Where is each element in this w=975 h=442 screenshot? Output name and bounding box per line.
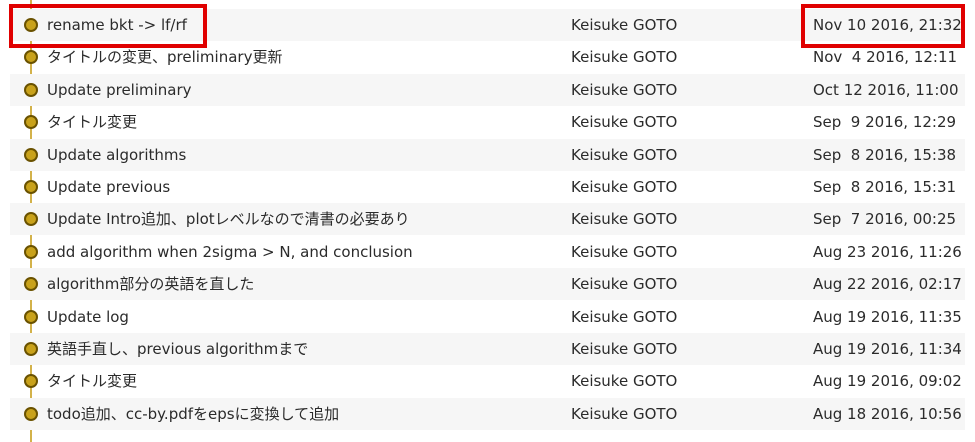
commit-date: Aug 19 2016, 11:34 xyxy=(813,340,962,358)
commit-date: Aug 18 2016, 10:56 xyxy=(813,404,962,423)
commit-date: Sep 9 2016, 12:29 xyxy=(813,113,957,132)
commit-row[interactable]: Update preliminary Keisuke GOTO Oct 12 201… xyxy=(0,73,975,106)
commit-message: Update Intro追加、plotレベルなので清書の必要あり xyxy=(47,210,410,229)
commit-author: Keisuke GOTO xyxy=(571,340,678,358)
commit-author: Keisuke GOTO xyxy=(571,113,678,132)
commit-node-icon xyxy=(24,309,38,324)
commit-message: add algorithm when 2sigma > N, and concl… xyxy=(47,242,413,261)
commit-row[interactable]: Update Intro追加、plotレベルなので清書の必要あり Keisuke … xyxy=(0,203,975,236)
commit-node-icon xyxy=(24,180,38,194)
commit-message: タイトル変更 xyxy=(47,113,138,132)
message-highlight-box xyxy=(9,4,207,48)
commit-row[interactable]: Update log Keisuke GOTO Aug 19 2016, 11:35 xyxy=(0,301,975,333)
commit-node-icon xyxy=(24,406,38,421)
commit-history-list: rename bkt -> lf/rf Keisuke GOTO Nov 10 20… xyxy=(0,0,975,442)
commit-node-icon xyxy=(24,147,38,162)
commit-row[interactable]: todo追加、cc-by.pdfをepsに変換して追加 Keisuke GOTO A… xyxy=(0,397,975,430)
commit-row[interactable]: Update previous Keisuke GOTO Sep 8 2016, 1… xyxy=(0,171,975,203)
commit-message: タイトルの変更、preliminary更新 xyxy=(47,48,283,67)
commit-author: Keisuke GOTO xyxy=(571,372,678,391)
commit-author: Keisuke GOTO xyxy=(571,16,678,34)
commit-message: algorithm部分の英語を直した xyxy=(47,275,255,294)
commit-date: Oct 12 2016, 11:00 xyxy=(813,80,959,99)
commit-message: Update algorithms xyxy=(47,145,187,164)
commit-author: Keisuke GOTO xyxy=(571,404,678,423)
commit-row[interactable]: Update algorithms Keisuke GOTO Sep 8 2016,… xyxy=(0,138,975,171)
commit-date: Nov 4 2016, 12:11 xyxy=(813,48,958,67)
commit-author: Keisuke GOTO xyxy=(571,178,678,196)
date-highlight-box xyxy=(801,4,965,48)
commit-author: Keisuke GOTO xyxy=(571,48,678,67)
commit-author: Keisuke GOTO xyxy=(571,242,678,261)
commit-date: Aug 22 2016, 02:17 xyxy=(813,275,962,294)
commit-date: Aug 19 2016, 11:35 xyxy=(813,307,962,326)
commit-date: Aug 23 2016, 11:26 xyxy=(813,242,962,261)
commit-message: 英語手直し、previous algorithmまで xyxy=(47,340,309,358)
commit-row[interactable]: 英語手直し、previous algorithmまで Keisuke GOTO Au… xyxy=(0,333,975,365)
commit-message: Update preliminary xyxy=(47,80,192,99)
commit-date: Sep 7 2016, 00:25 xyxy=(813,210,957,229)
commit-node-icon xyxy=(24,244,38,259)
commit-row[interactable]: add algorithm when 2sigma > N, and concl… xyxy=(0,236,975,268)
commit-date: Aug 19 2016, 09:02 xyxy=(813,372,962,391)
commit-node-icon xyxy=(24,342,38,356)
commit-author: Keisuke GOTO xyxy=(571,275,678,294)
commit-message: Update previous xyxy=(47,178,171,196)
commit-author: Keisuke GOTO xyxy=(571,307,678,326)
commit-author: Keisuke GOTO xyxy=(571,210,678,229)
commit-author: Keisuke GOTO xyxy=(571,80,678,99)
commit-message: todo追加、cc-by.pdfをepsに変換して追加 xyxy=(47,404,340,423)
commit-row[interactable]: algorithm部分の英語を直した Keisuke GOTO Aug 22 201… xyxy=(0,268,975,301)
commit-row[interactable]: タイトル変更 Keisuke GOTO Aug 19 2016, 09:02 xyxy=(0,365,975,397)
commit-message: タイトル変更 xyxy=(47,372,138,391)
commit-node-icon xyxy=(24,82,38,97)
commit-date: Sep 8 2016, 15:31 xyxy=(813,178,957,196)
commit-date: Sep 8 2016, 15:38 xyxy=(813,145,957,164)
commit-author: Keisuke GOTO xyxy=(571,145,678,164)
commit-row[interactable]: タイトル変更 Keisuke GOTO Sep 9 2016, 12:29 xyxy=(0,106,975,138)
commit-message: Update log xyxy=(47,307,129,326)
